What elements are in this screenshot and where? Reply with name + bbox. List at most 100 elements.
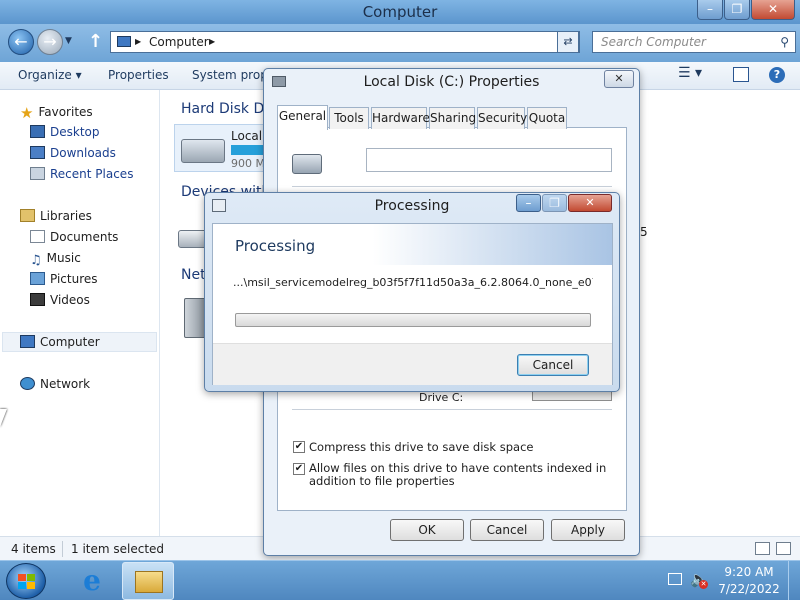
breadcrumb-chevron-icon[interactable]: ▶ bbox=[135, 32, 141, 52]
back-arrow-icon[interactable]: ← bbox=[8, 29, 34, 55]
action-center-icon[interactable] bbox=[668, 573, 682, 585]
item-count: 4 items bbox=[11, 542, 56, 556]
search-icon[interactable]: ⚲ bbox=[780, 32, 789, 52]
nav-desktop[interactable]: Desktop bbox=[30, 125, 100, 139]
internet-explorer-icon[interactable]: e bbox=[66, 563, 118, 599]
index-label: Allow files on this drive to have conten… bbox=[309, 461, 607, 488]
windows-logo-icon-part bbox=[27, 582, 35, 589]
processing-progress-bar bbox=[235, 313, 591, 327]
nav-favorites[interactable]: ★ Favorites bbox=[20, 104, 93, 122]
properties-close-button[interactable]: ✕ bbox=[604, 70, 634, 88]
nav-network[interactable]: Network bbox=[20, 377, 90, 391]
start-button[interactable] bbox=[6, 563, 46, 599]
windows-logo-icon bbox=[18, 574, 26, 581]
apply-button[interactable]: Apply bbox=[551, 519, 625, 541]
libraries-icon bbox=[20, 209, 35, 222]
nav-computer[interactable]: Computer bbox=[20, 335, 100, 349]
music-icon: ♫ bbox=[30, 253, 42, 268]
partial-detail-text: 5 bbox=[640, 225, 648, 239]
star-icon: ★ bbox=[20, 104, 34, 122]
index-checkbox[interactable]: ✔ bbox=[293, 463, 305, 475]
local-disk-tile[interactable]: Local 900 M bbox=[174, 124, 274, 172]
help-icon[interactable]: ? bbox=[769, 67, 785, 83]
windows-logo-icon-part bbox=[18, 582, 26, 589]
details-view-icon[interactable] bbox=[755, 542, 770, 555]
search-input[interactable]: Search Computer ⚲ bbox=[592, 31, 796, 53]
properties-button[interactable]: Properties bbox=[108, 68, 169, 82]
window-title: Computer bbox=[362, 3, 438, 21]
processing-cancel-button[interactable]: Cancel bbox=[517, 354, 589, 376]
nav-libraries[interactable]: Libraries bbox=[20, 209, 92, 223]
view-options-icon[interactable]: ☰ ▾ bbox=[678, 65, 702, 81]
breadcrumb-chevron-icon[interactable]: ▶ bbox=[209, 32, 215, 52]
refresh-icon[interactable]: ⇄ bbox=[557, 31, 579, 53]
tab-security[interactable]: Security bbox=[477, 107, 527, 129]
clock-time[interactable]: 9:20 AM bbox=[716, 565, 782, 579]
local-disk-name: Local bbox=[231, 129, 263, 143]
address-bar-area: ← → ▼ ↑ ▶ Computer ▶ ▼ ⇄ Search Computer… bbox=[0, 24, 800, 62]
separator bbox=[292, 409, 612, 410]
processing-file-path: ...\msil_servicemodelreg_b03f5f7f11d50a3… bbox=[233, 276, 593, 289]
nav-music[interactable]: ♫ Music bbox=[30, 251, 81, 268]
show-desktop-button[interactable] bbox=[788, 561, 800, 600]
close-button[interactable]: ✕ bbox=[751, 0, 795, 20]
computer-icon bbox=[117, 36, 131, 47]
drive-label-input[interactable] bbox=[366, 148, 612, 172]
nav-downloads[interactable]: Downloads bbox=[30, 146, 116, 160]
copy-icon bbox=[212, 199, 226, 212]
address-field[interactable]: ▶ Computer ▶ ▼ bbox=[110, 31, 580, 53]
nav-videos[interactable]: Videos bbox=[30, 293, 90, 307]
drive-icon bbox=[272, 76, 286, 87]
status-divider bbox=[62, 541, 63, 557]
navigation-pane: ★ Favorites Desktop Downloads Recent Plac… bbox=[0, 90, 160, 536]
network-icon bbox=[20, 377, 35, 390]
tab-general[interactable]: General bbox=[277, 105, 328, 130]
preview-pane-icon[interactable] bbox=[733, 67, 749, 82]
up-arrow-icon[interactable]: ↑ bbox=[88, 31, 103, 52]
nav-pictures[interactable]: Pictures bbox=[30, 272, 98, 286]
minimize-button[interactable]: – bbox=[697, 0, 723, 20]
processing-close-button[interactable]: ✕ bbox=[568, 194, 612, 212]
pictures-icon bbox=[30, 272, 45, 285]
downloads-icon bbox=[30, 146, 45, 159]
ok-button[interactable]: OK bbox=[390, 519, 464, 541]
nav-recent-places[interactable]: Recent Places bbox=[30, 167, 133, 181]
processing-dialog: Processing – ❐ ✕ Processing ...\msil_ser… bbox=[204, 192, 620, 392]
nav-documents[interactable]: Documents bbox=[30, 230, 118, 244]
taskbar: e 🔈 ✕ 9:20 AM 7/22/2022 bbox=[0, 560, 800, 600]
large-icons-view-icon[interactable] bbox=[776, 542, 791, 555]
local-disk-free: 900 M bbox=[231, 157, 265, 170]
processing-heading: Processing bbox=[235, 237, 316, 255]
compress-checkbox[interactable]: ✔ bbox=[293, 441, 305, 453]
tab-tools[interactable]: Tools bbox=[329, 107, 369, 129]
windows-logo-icon-part bbox=[27, 574, 35, 581]
tab-quota[interactable]: Quota bbox=[527, 107, 567, 129]
selection-count: 1 item selected bbox=[71, 542, 165, 556]
drive-large-icon bbox=[292, 154, 322, 174]
network-device-icon[interactable] bbox=[184, 298, 206, 338]
processing-maximize-button: ❐ bbox=[542, 194, 567, 212]
group-header-network: Net bbox=[181, 267, 206, 283]
computer-icon bbox=[20, 335, 35, 348]
tab-hardware[interactable]: Hardware bbox=[371, 107, 430, 129]
compress-label: Compress this drive to save disk space bbox=[309, 440, 534, 454]
desktop-icon bbox=[30, 125, 45, 138]
recent-pages-chevron-icon[interactable]: ▼ bbox=[65, 36, 72, 46]
cancel-button[interactable]: Cancel bbox=[470, 519, 544, 541]
clock-date[interactable]: 7/22/2022 bbox=[716, 582, 782, 596]
mute-badge-icon: ✕ bbox=[699, 580, 708, 589]
documents-icon bbox=[30, 230, 45, 243]
file-explorer-taskbar-button[interactable] bbox=[122, 562, 174, 600]
drive-label-text: Drive C: bbox=[419, 391, 464, 404]
recent-places-icon bbox=[30, 167, 45, 180]
organize-button[interactable]: Organize ▾ bbox=[18, 68, 82, 82]
window-titlebar[interactable]: Computer – ❐ ✕ bbox=[0, 0, 800, 24]
maximize-button[interactable]: ❐ bbox=[724, 0, 750, 20]
tab-sharing[interactable]: Sharing bbox=[429, 107, 476, 129]
properties-dialog-title[interactable]: Local Disk (C:) Properties bbox=[264, 69, 639, 97]
processing-minimize-button[interactable]: – bbox=[516, 194, 541, 212]
group-header-hard-disks: Hard Disk Dr bbox=[181, 101, 271, 117]
forward-arrow-icon[interactable]: → bbox=[37, 29, 63, 55]
videos-icon bbox=[30, 293, 45, 306]
mouse-cursor-icon bbox=[0, 409, 7, 427]
